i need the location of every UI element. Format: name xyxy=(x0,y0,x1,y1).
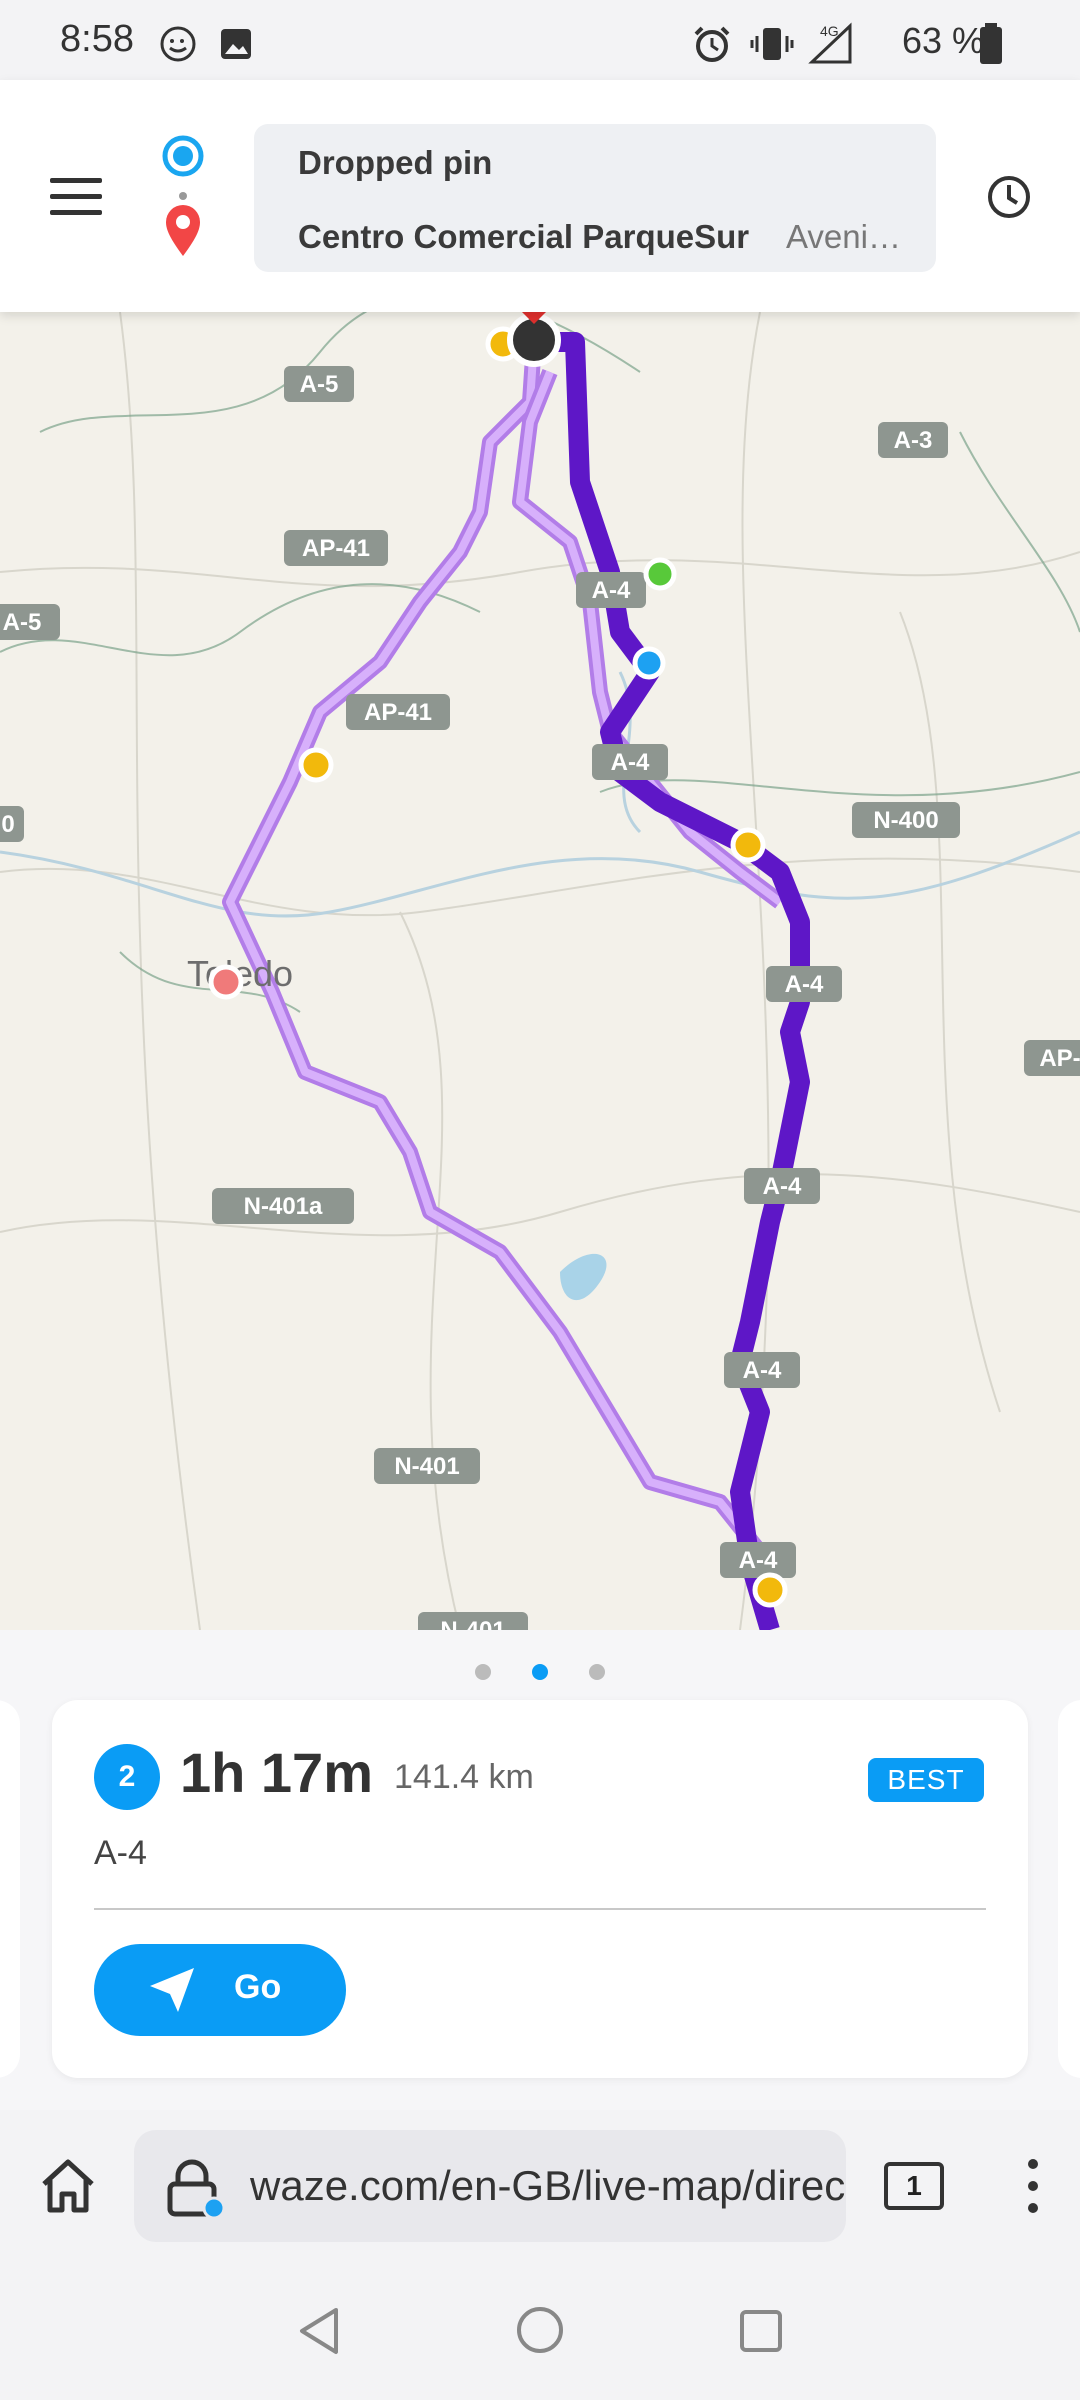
back-icon[interactable] xyxy=(296,2306,342,2356)
pager-dot[interactable] xyxy=(589,1664,605,1680)
image-icon xyxy=(221,29,251,59)
shield-left-edge: 0 xyxy=(1,811,14,838)
route-distance: 141.4 km xyxy=(394,1758,534,1796)
route-duration: 1h 17m xyxy=(180,1741,373,1804)
route-pager xyxy=(475,1664,605,1680)
poi-marker-green[interactable] xyxy=(643,557,677,591)
shield-n400: N-400 xyxy=(873,807,938,834)
signal-icon: 4G xyxy=(808,22,852,64)
origin-field[interactable]: Dropped pin xyxy=(298,144,492,182)
route-index-badge: 2 xyxy=(94,1744,160,1810)
waze-icon xyxy=(160,26,196,62)
battery-icon xyxy=(980,23,1002,64)
shield-a4: A-4 xyxy=(592,577,631,604)
alarm-icon xyxy=(694,26,730,62)
home-icon[interactable] xyxy=(38,2156,98,2216)
vibrate-icon xyxy=(750,28,794,60)
navigate-arrow-icon xyxy=(150,1968,194,2012)
shield-a4: A-4 xyxy=(739,1547,778,1574)
card-divider xyxy=(94,1908,986,1910)
best-route-badge: BEST xyxy=(868,1758,984,1802)
shield-a3: A-3 xyxy=(894,427,933,454)
recents-icon[interactable] xyxy=(738,2308,784,2354)
go-button-label: Go xyxy=(234,1968,282,2006)
menu-icon[interactable] xyxy=(48,174,104,220)
next-route-card[interactable] xyxy=(1058,1700,1080,2078)
shield-ap41: AP-41 xyxy=(302,535,370,562)
tabs-button[interactable]: 1 xyxy=(884,2162,944,2210)
destination-field[interactable]: Centro Comercial ParqueSur xyxy=(298,218,749,256)
live-map[interactable]: A-5 A-5 A-3 AP-41 AP-41 A-4 A-4 N-400 0 … xyxy=(0,312,1080,1630)
go-button[interactable]: Go xyxy=(94,1944,346,2036)
history-clock-icon[interactable] xyxy=(984,172,1034,222)
shield-ap-right: AP- xyxy=(1039,1045,1080,1072)
url-text[interactable]: waze.com/en-GB/live-map/direc xyxy=(250,2162,845,2210)
traffic-marker[interactable] xyxy=(752,1572,788,1608)
traffic-marker[interactable] xyxy=(730,827,766,863)
route-input-box[interactable]: Dropped pin Centro Comercial ParqueSur A… xyxy=(254,124,936,272)
home-nav-icon[interactable] xyxy=(514,2304,566,2356)
directions-header: Dropped pin Centro Comercial ParqueSur A… xyxy=(0,80,1080,312)
shield-a4: A-4 xyxy=(785,971,824,998)
traffic-marker[interactable] xyxy=(298,747,334,783)
shield-a5: A-5 xyxy=(300,371,339,398)
shield-a4: A-4 xyxy=(763,1173,802,1200)
poi-marker-blue[interactable] xyxy=(632,646,666,680)
more-menu-icon[interactable] xyxy=(1018,2156,1048,2216)
battery-percent: 63 % xyxy=(901,20,984,61)
shield-a5-left: A-5 xyxy=(3,609,42,636)
route-endpoints-icon xyxy=(162,135,204,256)
previous-route-card[interactable] xyxy=(0,1700,20,2078)
pager-dot-active[interactable] xyxy=(532,1664,548,1680)
shield-a4: A-4 xyxy=(611,749,650,776)
route-road-name: A-4 xyxy=(94,1834,147,1872)
status-time: 8:58 xyxy=(60,18,134,60)
status-bar: 8:58 4G 63 % xyxy=(0,0,1080,80)
poi-marker-red[interactable] xyxy=(208,964,244,1000)
browser-toolbar: waze.com/en-GB/live-map/direc 1 xyxy=(0,2110,1080,2260)
shield-a4: A-4 xyxy=(743,1357,782,1384)
map-canvas[interactable]: A-5 A-5 A-3 AP-41 AP-41 A-4 A-4 N-400 0 … xyxy=(0,312,1080,1630)
system-nav-bar xyxy=(0,2260,1080,2400)
lock-icon[interactable] xyxy=(164,2158,224,2220)
shield-n401a: N-401a xyxy=(244,1193,323,1220)
address-bar[interactable]: waze.com/en-GB/live-map/direc xyxy=(134,2130,846,2242)
route-card[interactable]: 2 1h 17m 141.4 km BEST A-4 Go xyxy=(52,1700,1028,2078)
pager-dot[interactable] xyxy=(475,1664,491,1680)
shield-n401: N-401 xyxy=(394,1453,459,1480)
destination-address: Aveni… xyxy=(786,218,901,255)
shield-n401-bottom: N-401 xyxy=(440,1617,505,1630)
network-type: 4G xyxy=(820,23,839,39)
shield-ap41-mid: AP-41 xyxy=(364,699,432,726)
